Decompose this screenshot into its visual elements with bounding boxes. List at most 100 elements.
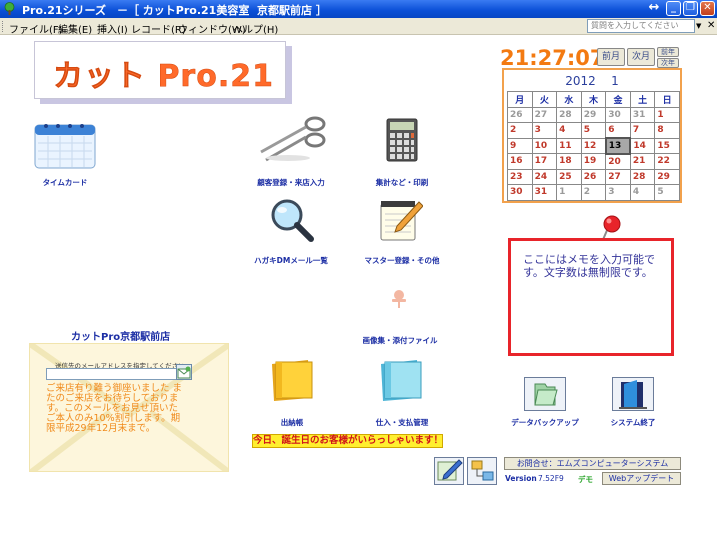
calendar-day[interactable]: 1 <box>556 184 582 201</box>
calendar-day[interactable]: 24 <box>531 168 558 185</box>
restore-arrow-icon[interactable]: ↔ <box>646 1 662 16</box>
calendar-day[interactable]: 26 <box>580 168 607 185</box>
exit-door-icon <box>619 380 647 409</box>
minimize-icon: _ <box>671 2 676 13</box>
calendar-day[interactable]: 12 <box>580 137 607 154</box>
calendar-week-row: 23 24 25 26 27 28 29 <box>507 168 680 185</box>
calendar-day[interactable]: 3 <box>605 184 631 201</box>
menu-grip[interactable] <box>2 21 5 32</box>
calendar-day[interactable]: 27 <box>531 106 558 123</box>
backup-folder-icon <box>534 383 558 406</box>
calendar-week-row: 2345678 <box>507 122 680 139</box>
yellow-folder-icon <box>272 360 313 401</box>
calendar-day[interactable]: 23 <box>507 168 533 185</box>
close-button[interactable]: ✕ <box>700 1 715 16</box>
calendar-day[interactable]: 28 <box>629 168 656 185</box>
calendar-day[interactable]: 14 <box>629 137 656 154</box>
calendar-week-row: 9 10 11 12 13 14 15 <box>507 137 680 155</box>
menu-close-icon[interactable]: ✕ <box>707 20 715 31</box>
calendar-day[interactable]: 15 <box>654 137 680 154</box>
version-value: 7.52F9 <box>538 474 564 483</box>
mail-send-button[interactable] <box>176 364 192 380</box>
tree-icon <box>4 2 15 15</box>
calendar-day[interactable]: 21 <box>629 153 656 170</box>
next-year-button[interactable]: 次年 <box>657 58 679 68</box>
calendar-weekday: 水 <box>556 91 582 108</box>
calendar-day-today[interactable]: 13 <box>604 137 632 155</box>
master-registration-label: マスター登録・その他 <box>364 256 440 265</box>
calendar-day[interactable]: 22 <box>654 153 680 170</box>
memo-text[interactable]: ここにはメモを入力可能です。文字数は無制限です。 <box>523 253 668 279</box>
maximize-icon: ❐ <box>686 2 695 13</box>
help-dropdown-icon[interactable]: ▼ <box>696 22 701 30</box>
calendar-day[interactable]: 6 <box>605 122 631 139</box>
calendar-year: 2012 <box>565 74 596 88</box>
version-label: Version <box>505 474 537 483</box>
scissors-icon <box>260 116 326 162</box>
calendar-day[interactable]: 7 <box>629 122 656 139</box>
calendar-day[interactable]: 18 <box>556 153 582 170</box>
calendar-day[interactable]: 28 <box>556 106 582 123</box>
calendar-day[interactable]: 30 <box>507 184 533 201</box>
calendar-day[interactable]: 2 <box>580 184 607 201</box>
calendar-day[interactable]: 25 <box>556 168 582 185</box>
next-month-button[interactable]: 次月 <box>627 48 655 66</box>
calendar-day[interactable]: 19 <box>580 153 607 170</box>
calendar-day[interactable]: 5 <box>654 184 680 201</box>
calendar-day[interactable]: 2 <box>507 122 533 139</box>
calendar-day[interactable]: 31 <box>629 106 656 123</box>
blue-folder-icon <box>381 360 422 401</box>
calendar-day[interactable]: 4 <box>629 184 656 201</box>
menu-edit[interactable]: 編集(E) <box>58 21 92 36</box>
images-attachments-label: 画像集・添付ファイル <box>362 336 438 345</box>
clock-time: 21:27:07 <box>500 46 605 70</box>
pushpin-icon <box>392 290 406 308</box>
send-mail-icon <box>177 366 191 379</box>
calendar-day[interactable]: 20 <box>605 153 631 170</box>
notepad-pencil-icon <box>380 201 423 241</box>
calendar-day[interactable]: 30 <box>605 106 631 123</box>
help-question-input[interactable]: 質問を入力してください <box>587 19 695 33</box>
calendar-weekday: 木 <box>580 91 607 108</box>
calendar-week-row: 30 31 1 2 3 4 5 <box>507 184 680 201</box>
calendar-title: 2012 1 <box>504 74 680 88</box>
calendar-day[interactable]: 4 <box>556 122 582 139</box>
prev-year-button[interactable]: 前年 <box>657 47 679 57</box>
menu-insert[interactable]: 挿入(I) <box>97 21 128 36</box>
calendar-weekday: 土 <box>629 91 656 108</box>
calendar-day[interactable]: 16 <box>507 153 533 170</box>
mail-message[interactable]: ご来店有り難う御座いました またのご来店をお待ちしております。このメールをお見せ… <box>46 384 186 434</box>
edit-pen-button[interactable] <box>434 457 464 485</box>
maximize-button[interactable]: ❐ <box>683 1 698 16</box>
memo-box[interactable]: ここにはメモを入力可能です。文字数は無制限です。 <box>508 238 674 356</box>
calendar-day[interactable]: 17 <box>531 153 558 170</box>
calendar-day[interactable]: 27 <box>605 168 631 185</box>
data-backup-button[interactable] <box>524 377 566 411</box>
calendar-day[interactable]: 10 <box>531 137 558 154</box>
calendar-day[interactable]: 5 <box>580 122 607 139</box>
email-address-input[interactable] <box>46 368 191 380</box>
mail-envelope: 送信先のメールアドレスを指定してください。 ご来店有り難う御座いました またのご… <box>29 343 229 472</box>
menu-bar: ファイル(F) 編集(E) 挿入(I) レコード(R) ウィンドウ(W) ヘルプ… <box>0 18 717 36</box>
calendar-day[interactable]: 3 <box>531 122 558 139</box>
calendar-day[interactable]: 26 <box>507 106 533 123</box>
calendar-day[interactable]: 29 <box>654 168 680 185</box>
birthday-banner[interactable]: 今日、誕生日のお客様がいらっしゃいます！ <box>252 434 443 448</box>
calendar-day[interactable]: 9 <box>507 137 533 154</box>
calendar-day[interactable]: 11 <box>556 137 582 154</box>
network-button[interactable] <box>467 457 497 485</box>
calendar-day[interactable]: 8 <box>654 122 680 139</box>
calendar-day[interactable]: 29 <box>580 106 607 123</box>
menu-help[interactable]: ヘルプ(H) <box>233 21 278 36</box>
logo-text: カット Pro.21 <box>53 59 274 95</box>
web-update-button[interactable]: Webアップデート <box>602 472 681 485</box>
minimize-button[interactable]: _ <box>666 1 681 16</box>
prev-month-button[interactable]: 前月 <box>597 48 625 66</box>
calendar-day[interactable]: 1 <box>654 106 680 123</box>
demo-label: デモ <box>578 475 593 484</box>
menu-file[interactable]: ファイル(F) <box>9 21 63 36</box>
calendar-weekday: 金 <box>605 91 631 108</box>
contact-button[interactable]: お問合せ：エムズコンピューターシステム <box>504 457 681 470</box>
system-exit-button[interactable] <box>612 377 654 411</box>
calendar-day[interactable]: 31 <box>531 184 558 201</box>
